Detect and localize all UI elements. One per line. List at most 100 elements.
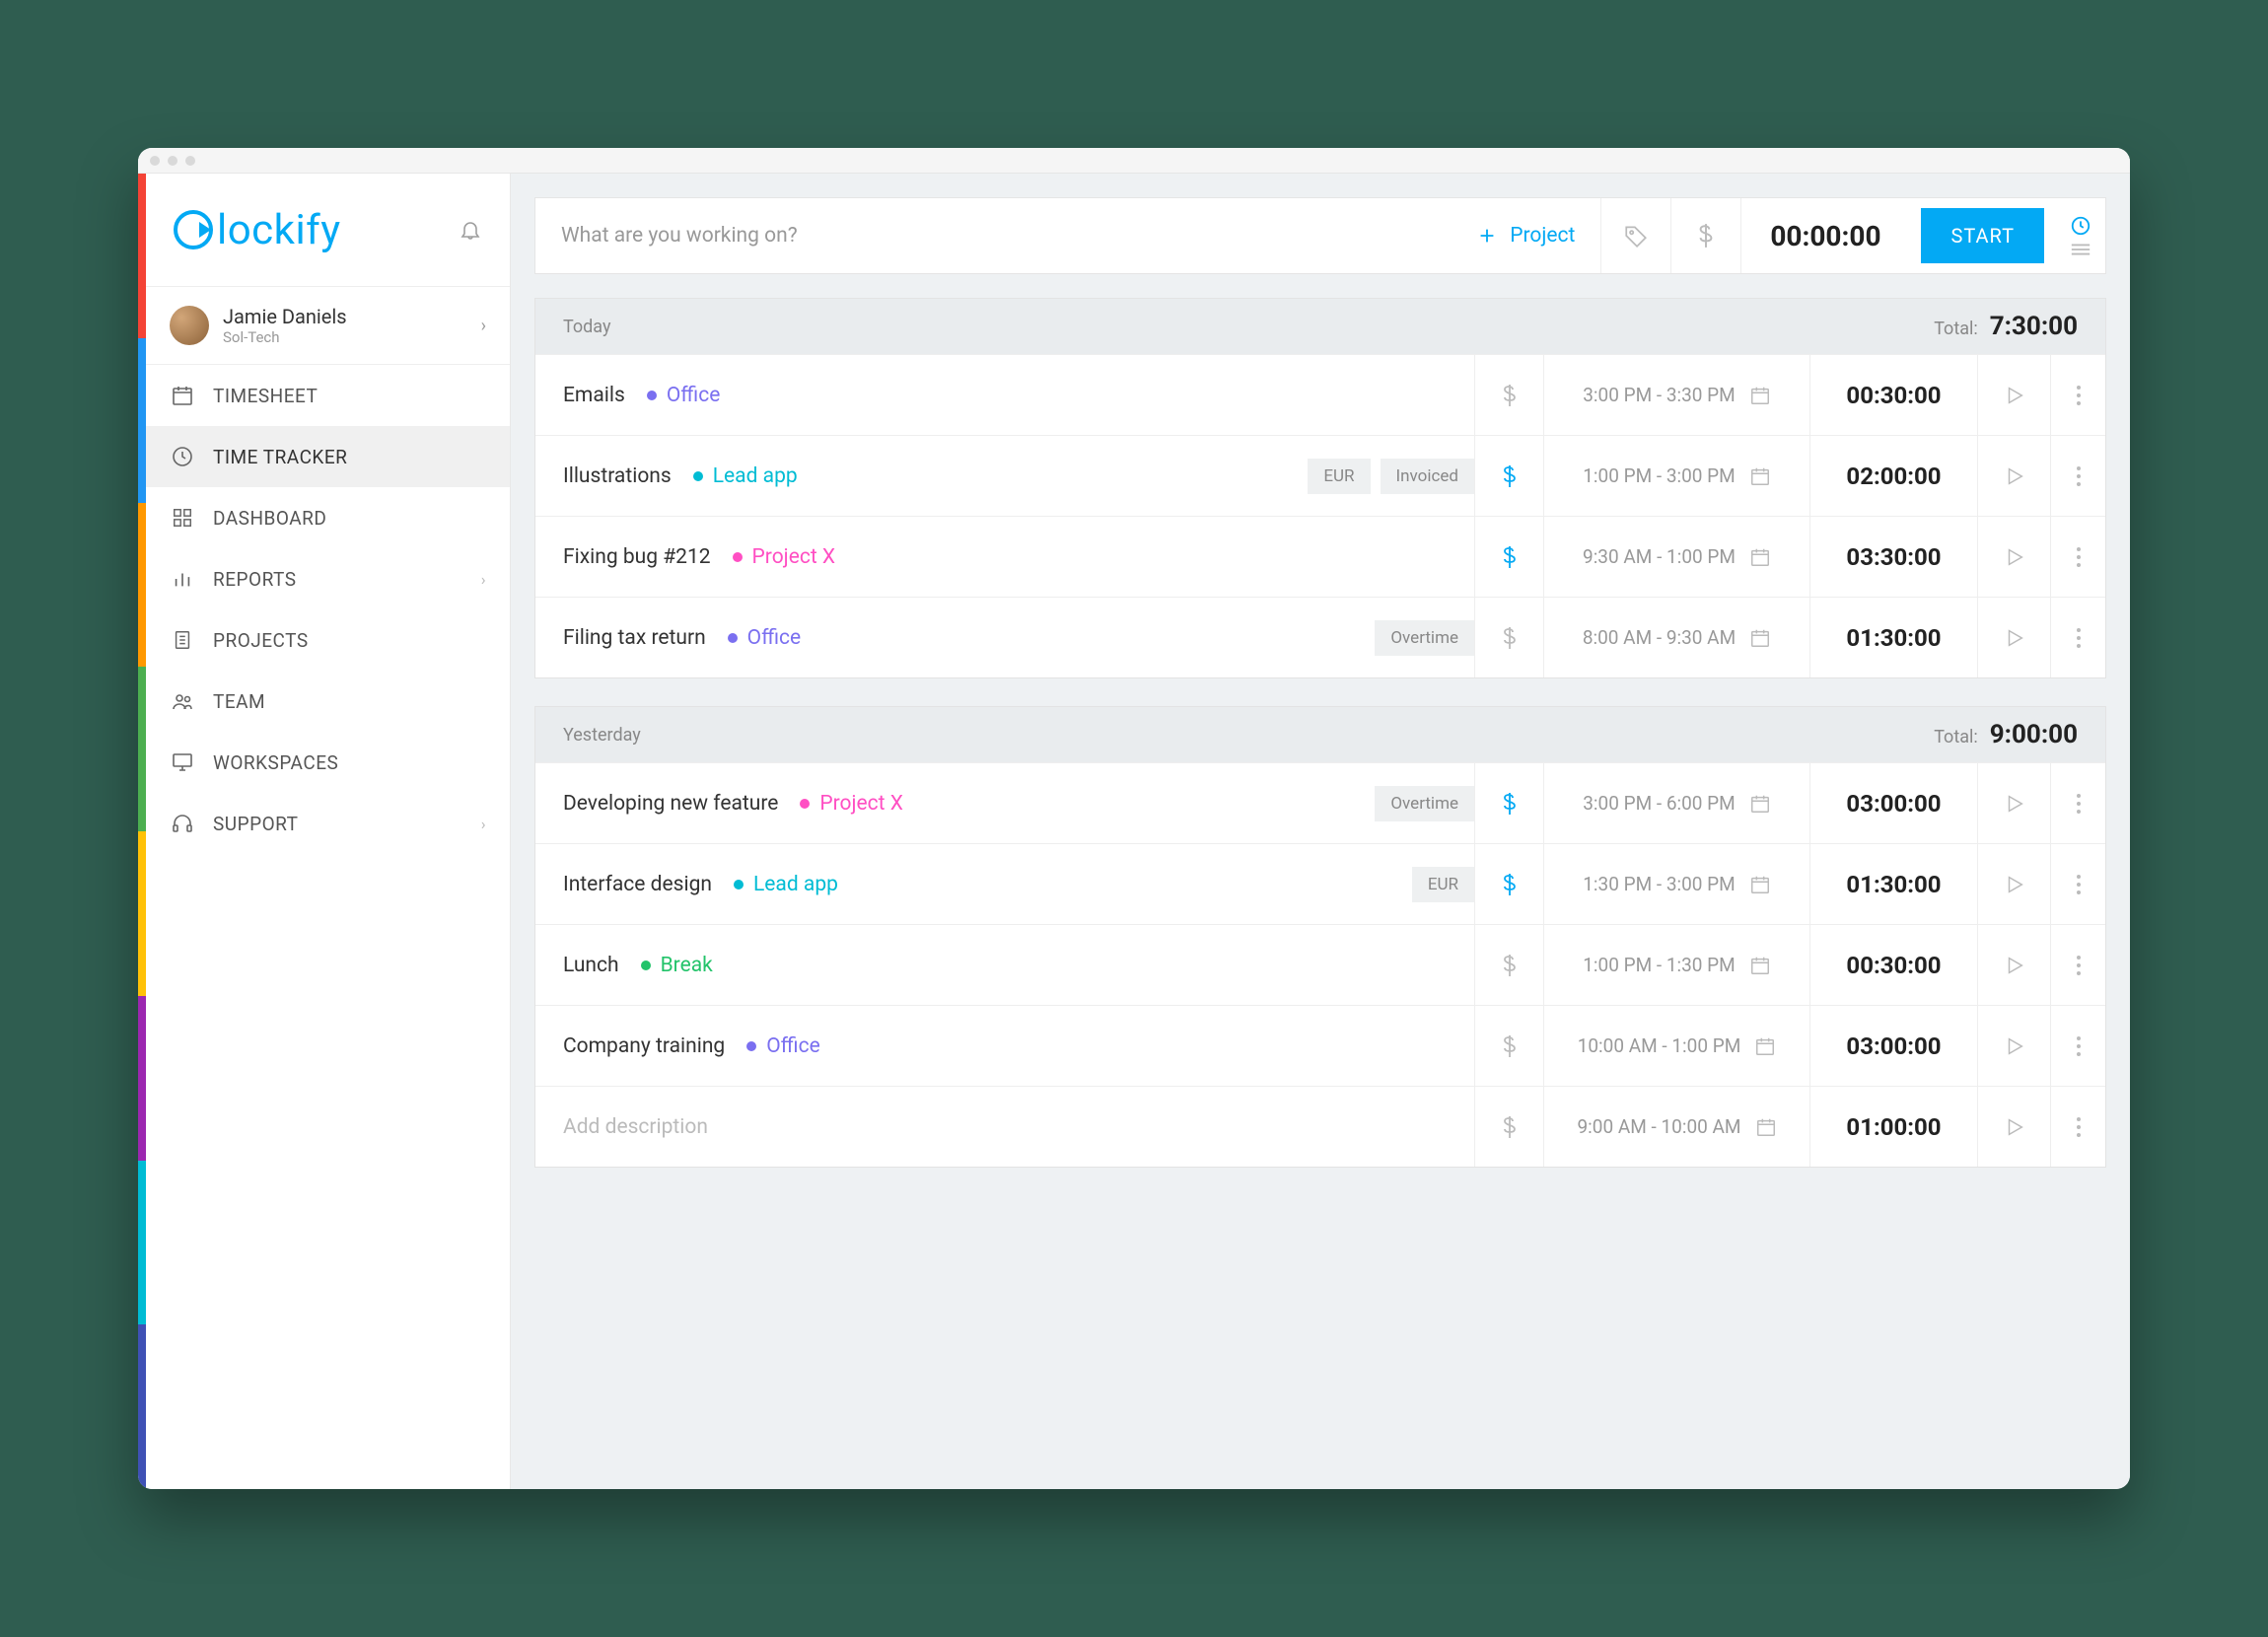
- time-entry[interactable]: Interface design Lead app EUR 1:30 PM - 3:0…: [535, 843, 2105, 924]
- user-row[interactable]: Jamie Daniels Sol-Tech ›: [146, 287, 510, 365]
- billable-toggle[interactable]: [1474, 598, 1543, 677]
- time-entry[interactable]: Add description 9:00 AM - 10:00 AM 01:00:0…: [535, 1086, 2105, 1167]
- billable-toggle[interactable]: [1474, 925, 1543, 1005]
- time-range[interactable]: 9:30 AM - 1:00 PM: [1543, 517, 1809, 597]
- billable-toggle[interactable]: [1474, 1087, 1543, 1167]
- entry-description[interactable]: Interface design: [563, 873, 712, 896]
- entry-project[interactable]: Project X: [819, 792, 903, 816]
- duration[interactable]: 02:00:00: [1809, 436, 1977, 516]
- entry-project[interactable]: Office: [667, 384, 721, 407]
- continue-button[interactable]: [1977, 925, 2050, 1005]
- time-entry[interactable]: Emails Office 3:00 PM - 3:30 PM00:30:00: [535, 354, 2105, 435]
- time-entry[interactable]: Developing new feature Project X Overtime 3…: [535, 762, 2105, 843]
- timer-display[interactable]: 00:00:00: [1741, 220, 1909, 252]
- nav-support[interactable]: SUPPORT ›: [146, 793, 510, 854]
- continue-button[interactable]: [1977, 1087, 2050, 1167]
- entry-menu[interactable]: [2050, 436, 2105, 516]
- time-entry[interactable]: Lunch Break 1:00 PM - 1:30 PM00:30:00: [535, 924, 2105, 1005]
- entry-menu[interactable]: [2050, 844, 2105, 924]
- time-range[interactable]: 1:00 PM - 1:30 PM: [1543, 925, 1809, 1005]
- duration[interactable]: 03:00:00: [1809, 763, 1977, 843]
- time-range[interactable]: 10:00 AM - 1:00 PM: [1543, 1006, 1809, 1086]
- time-range[interactable]: 3:00 PM - 6:00 PM: [1543, 763, 1809, 843]
- entry-menu[interactable]: [2050, 1087, 2105, 1167]
- continue-button[interactable]: [1977, 517, 2050, 597]
- billable-toggle[interactable]: [1474, 517, 1543, 597]
- billable-toggle[interactable]: [1474, 436, 1543, 516]
- nav-dashboard[interactable]: DASHBOARD: [146, 487, 510, 548]
- nav-workspaces[interactable]: WORKSPACES: [146, 732, 510, 793]
- billable-toggle[interactable]: [1474, 763, 1543, 843]
- entry-menu[interactable]: [2050, 517, 2105, 597]
- nav-team[interactable]: TEAM: [146, 671, 510, 732]
- bell-icon[interactable]: [459, 218, 482, 242]
- time-entry[interactable]: Filing tax return Office Overtime 8:00 AM -…: [535, 597, 2105, 677]
- entry-tag[interactable]: Invoiced: [1381, 459, 1474, 494]
- time-range[interactable]: 3:00 PM - 3:30 PM: [1543, 355, 1809, 435]
- nav-reports[interactable]: REPORTS ›: [146, 548, 510, 609]
- time-entry[interactable]: Company training Office 10:00 AM - 1:00 PM…: [535, 1005, 2105, 1086]
- entry-menu[interactable]: [2050, 925, 2105, 1005]
- entry-description[interactable]: Company training: [563, 1034, 725, 1058]
- entry-tag[interactable]: Overtime: [1375, 620, 1474, 656]
- entry-project[interactable]: Break: [661, 954, 713, 977]
- project-picker[interactable]: Project: [1451, 224, 1600, 248]
- billable-toggle[interactable]: [1474, 355, 1543, 435]
- billable-toggle[interactable]: [1474, 844, 1543, 924]
- time-range[interactable]: 9:00 AM - 10:00 AM: [1543, 1087, 1809, 1167]
- mode-toggle[interactable]: [2056, 215, 2105, 256]
- time-range-text: 9:00 AM - 10:00 AM: [1577, 1115, 1740, 1138]
- continue-button[interactable]: [1977, 598, 2050, 677]
- entry-description[interactable]: Filing tax return: [563, 626, 706, 650]
- entry-project[interactable]: Lead app: [753, 873, 838, 896]
- continue-button[interactable]: [1977, 844, 2050, 924]
- duration[interactable]: 01:30:00: [1809, 844, 1977, 924]
- entry-menu[interactable]: [2050, 598, 2105, 677]
- billable-toggle[interactable]: [1671, 223, 1740, 249]
- entry-menu[interactable]: [2050, 763, 2105, 843]
- time-entry[interactable]: Fixing bug #212 Project X 9:30 AM - 1:00 P…: [535, 516, 2105, 597]
- entry-tag[interactable]: Overtime: [1375, 786, 1474, 821]
- duration[interactable]: 00:30:00: [1809, 355, 1977, 435]
- entry-description[interactable]: Fixing bug #212: [563, 545, 711, 569]
- window-dot: [150, 156, 160, 166]
- entry-tag[interactable]: EUR: [1308, 459, 1370, 494]
- entry-tag[interactable]: EUR: [1412, 867, 1474, 902]
- nav-time-tracker[interactable]: TIME TRACKER: [146, 426, 510, 487]
- brand-name: lockify: [217, 206, 341, 254]
- time-range[interactable]: 1:30 PM - 3:00 PM: [1543, 844, 1809, 924]
- continue-button[interactable]: [1977, 355, 2050, 435]
- tag-button[interactable]: [1601, 223, 1670, 249]
- duration[interactable]: 03:00:00: [1809, 1006, 1977, 1086]
- entry-menu[interactable]: [2050, 1006, 2105, 1086]
- nav-projects[interactable]: PROJECTS: [146, 609, 510, 671]
- entry-description[interactable]: Lunch: [563, 954, 619, 977]
- duration[interactable]: 03:30:00: [1809, 517, 1977, 597]
- entry-description[interactable]: Illustrations: [563, 464, 672, 488]
- nav-timesheet[interactable]: TIMESHEET: [146, 365, 510, 426]
- entry-project[interactable]: Lead app: [713, 464, 798, 488]
- group-total-value: 9:00:00: [1990, 720, 2078, 749]
- duration[interactable]: 01:30:00: [1809, 598, 1977, 677]
- time-entry[interactable]: Illustrations Lead app EUR Invoiced 1:00 PM …: [535, 435, 2105, 516]
- duration[interactable]: 01:00:00: [1809, 1087, 1977, 1167]
- time-range[interactable]: 1:00 PM - 3:00 PM: [1543, 436, 1809, 516]
- description-input[interactable]: What are you working on?: [535, 224, 1451, 248]
- manual-mode-icon: [2070, 243, 2091, 256]
- entry-project[interactable]: Office: [766, 1034, 820, 1058]
- duration[interactable]: 00:30:00: [1809, 925, 1977, 1005]
- entry-description-placeholder[interactable]: Add description: [563, 1115, 708, 1139]
- calendar-icon: [1749, 465, 1771, 487]
- continue-button[interactable]: [1977, 436, 2050, 516]
- entry-project[interactable]: Office: [747, 626, 802, 650]
- entry-description[interactable]: Emails: [563, 384, 625, 407]
- headset-icon: [170, 811, 195, 836]
- entry-description[interactable]: Developing new feature: [563, 792, 778, 816]
- entry-project[interactable]: Project X: [752, 545, 836, 569]
- time-range[interactable]: 8:00 AM - 9:30 AM: [1543, 598, 1809, 677]
- entry-menu[interactable]: [2050, 355, 2105, 435]
- billable-toggle[interactable]: [1474, 1006, 1543, 1086]
- continue-button[interactable]: [1977, 1006, 2050, 1086]
- start-button[interactable]: START: [1921, 208, 2044, 263]
- continue-button[interactable]: [1977, 763, 2050, 843]
